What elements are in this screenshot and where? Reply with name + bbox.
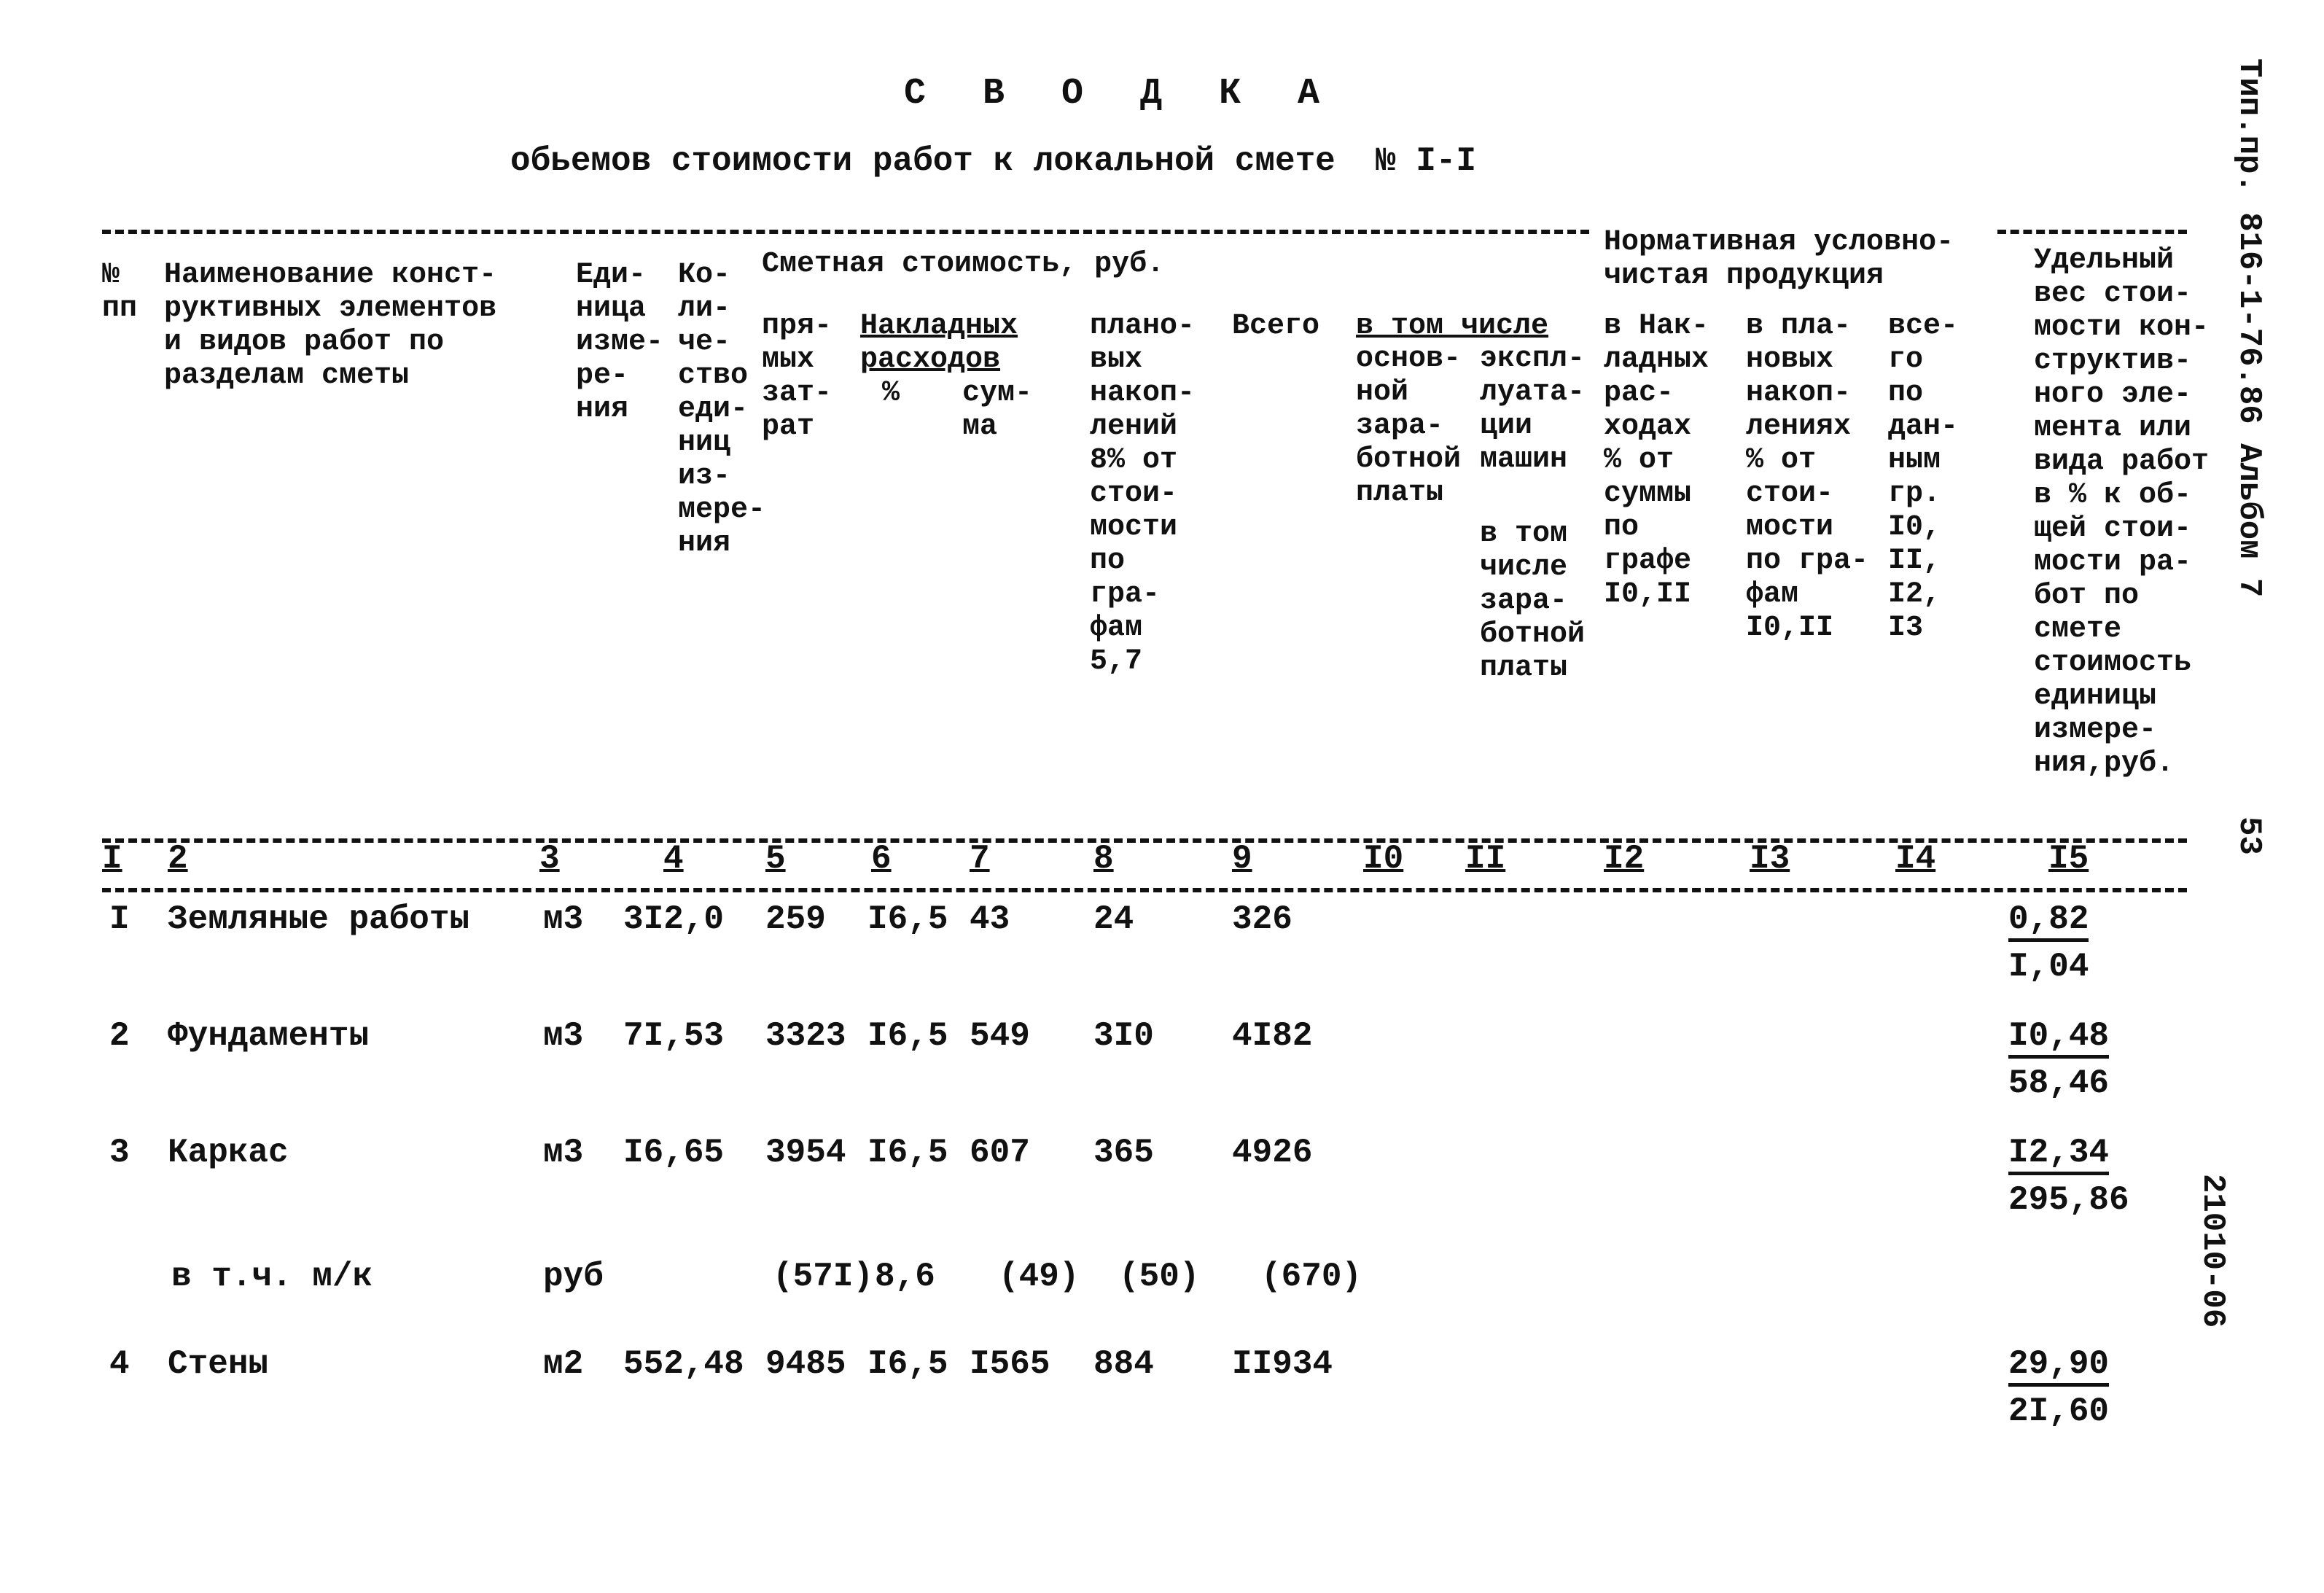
header-col-overhead-sum: сум- ма (962, 377, 1033, 443)
specific-weight-pct: 0,82 (2008, 900, 2089, 942)
page-number: 53 (2231, 817, 2267, 855)
planned-savings: 365 (1093, 1134, 1154, 1172)
header-top-rule (102, 230, 1589, 234)
header-col-total-by-data: все- го по дан- ным гр. I0, II, I2, I3 (1888, 310, 1959, 644)
total-cost: 4I82 (1232, 1017, 1313, 1055)
column-number: 4 (663, 840, 684, 878)
header-col-planned-savings: плано- вых накоп- лений 8% от стои- мост… (1090, 310, 1196, 678)
overhead-pct: I6,5 (867, 900, 948, 938)
unit-cost: 58,46 (2008, 1064, 2110, 1102)
planned-savings: 24 (1093, 900, 1134, 938)
overhead-sum: I565 (970, 1345, 1050, 1383)
overhead-sum: 43 (970, 900, 1010, 938)
header-col-specific-weight: Удельный вес стои- мости кон- структив- … (2034, 244, 2210, 780)
header-col-machine-wages: в том числе зара- ботной платы (1480, 518, 1586, 685)
header-top-rule-right (1997, 230, 2187, 234)
column-number: 8 (1093, 840, 1114, 878)
unit-cost: I,04 (2008, 948, 2089, 986)
unit: м3 (543, 1134, 584, 1172)
planned-savings: 884 (1093, 1345, 1154, 1383)
work-name: в т.ч. м/к (171, 1258, 373, 1296)
header-col-planned-share: в пла- новых накоп- лениях % от стои- мо… (1746, 310, 1869, 644)
header-col-base-wages: основ- ной зара- ботной платы (1356, 343, 1462, 510)
work-name: Стены (168, 1345, 269, 1383)
specific-weight-pct: I2,34 (2008, 1134, 2110, 1175)
column-number: I5 (2048, 840, 2089, 878)
specific-weight-pct: 29,90 (2008, 1345, 2110, 1387)
column-number: 6 (871, 840, 892, 878)
quantity: I6,65 (623, 1134, 725, 1172)
row-number: 4 (109, 1345, 130, 1383)
total-cost: 326 (1232, 900, 1292, 938)
side-label-project: Тип.пр. 816-1-76.86 Альбом 7 (2231, 58, 2267, 598)
direct-costs: 3323 (765, 1017, 846, 1055)
header-col-overhead-share: в Нак- ладных рас- ходах % от суммы по г… (1604, 310, 1709, 611)
unit-cost: 2I,60 (2008, 1393, 2110, 1430)
work-name: Каркас (168, 1134, 289, 1172)
header-col-total: Всего (1232, 310, 1320, 343)
header-group-including: в том числе (1356, 310, 1549, 343)
planned-savings: (50) (1119, 1258, 1200, 1296)
direct-costs: 259 (765, 900, 826, 938)
header-group-normative-product: Нормативная условно- чистая продукция (1604, 226, 1954, 292)
row-number: 3 (109, 1134, 130, 1172)
document-subtitle: обьемов стоимости работ к локальной смет… (510, 142, 1477, 180)
column-number: I3 (1750, 840, 1790, 878)
overhead-pct: I6,5 (867, 1345, 948, 1383)
header-col-unit: Еди- ница изме- ре- ния (576, 259, 664, 426)
specific-weight-fraction: I2,34 295,86 (2008, 1134, 2129, 1219)
header-col-quantity: Ко- ли- че- ство еди- ниц из- мере- ния (678, 259, 766, 560)
quantity: 3I2,0 (623, 900, 725, 938)
quantity: 7I,53 (623, 1017, 725, 1055)
overhead-pct: 8,6 (875, 1258, 935, 1296)
row-number: 2 (109, 1017, 130, 1055)
row-number: I (109, 900, 130, 938)
column-number-rule (102, 888, 2187, 892)
column-number: 3 (539, 840, 560, 878)
direct-costs: (57I) (773, 1258, 874, 1296)
header-group-overhead: Накладных расходов (860, 310, 1018, 376)
column-number: 7 (970, 840, 990, 878)
unit: м3 (543, 1017, 584, 1055)
total-cost: (670) (1261, 1258, 1362, 1296)
column-number: 9 (1232, 840, 1252, 878)
header-col-machine-operation: экспл- луата- ции машин (1480, 343, 1586, 476)
overhead-sum: (49) (999, 1258, 1080, 1296)
specific-weight-fraction: I0,48 58,46 (2008, 1017, 2110, 1102)
overhead-pct: I6,5 (867, 1017, 948, 1055)
specific-weight-fraction: 0,82 I,04 (2008, 900, 2089, 986)
overhead-sum: 549 (970, 1017, 1030, 1055)
side-code: 21010-06 (2194, 1174, 2231, 1328)
work-name: Фундаменты (168, 1017, 370, 1055)
document-title: С В О Д К А (904, 73, 1338, 114)
specific-weight-fraction: 29,90 2I,60 (2008, 1345, 2110, 1430)
column-number: 2 (168, 840, 188, 878)
specific-weight-pct: I0,48 (2008, 1017, 2110, 1059)
unit-cost: 295,86 (2008, 1181, 2129, 1219)
total-cost: II934 (1232, 1345, 1333, 1383)
header-col-overhead-pct: % (882, 377, 900, 410)
quantity: 552,48 (623, 1345, 744, 1383)
header-bottom-rule (102, 838, 2187, 843)
overhead-pct: I6,5 (867, 1134, 948, 1172)
column-number: 5 (765, 840, 786, 878)
column-number: I (102, 840, 122, 878)
column-number: II (1465, 840, 1506, 878)
direct-costs: 9485 (765, 1345, 846, 1383)
header-group-estimated-cost: Сметная стоимость, руб. (762, 248, 1165, 281)
column-number: I0 (1363, 840, 1404, 878)
total-cost: 4926 (1232, 1134, 1313, 1172)
planned-savings: 3I0 (1093, 1017, 1154, 1055)
column-number: I4 (1895, 840, 1936, 878)
header-col-number: № пп (102, 259, 138, 325)
unit: м3 (543, 900, 584, 938)
work-name: Земляные работы (168, 900, 470, 938)
overhead-sum: 607 (970, 1134, 1030, 1172)
direct-costs: 3954 (765, 1134, 846, 1172)
header-col-direct-costs: пря- мых зат- рат (762, 310, 832, 443)
unit: м2 (543, 1345, 584, 1383)
unit: руб (543, 1258, 604, 1296)
column-number: I2 (1604, 840, 1645, 878)
header-col-name: Наименование конст- руктивных элементов … (164, 259, 497, 392)
